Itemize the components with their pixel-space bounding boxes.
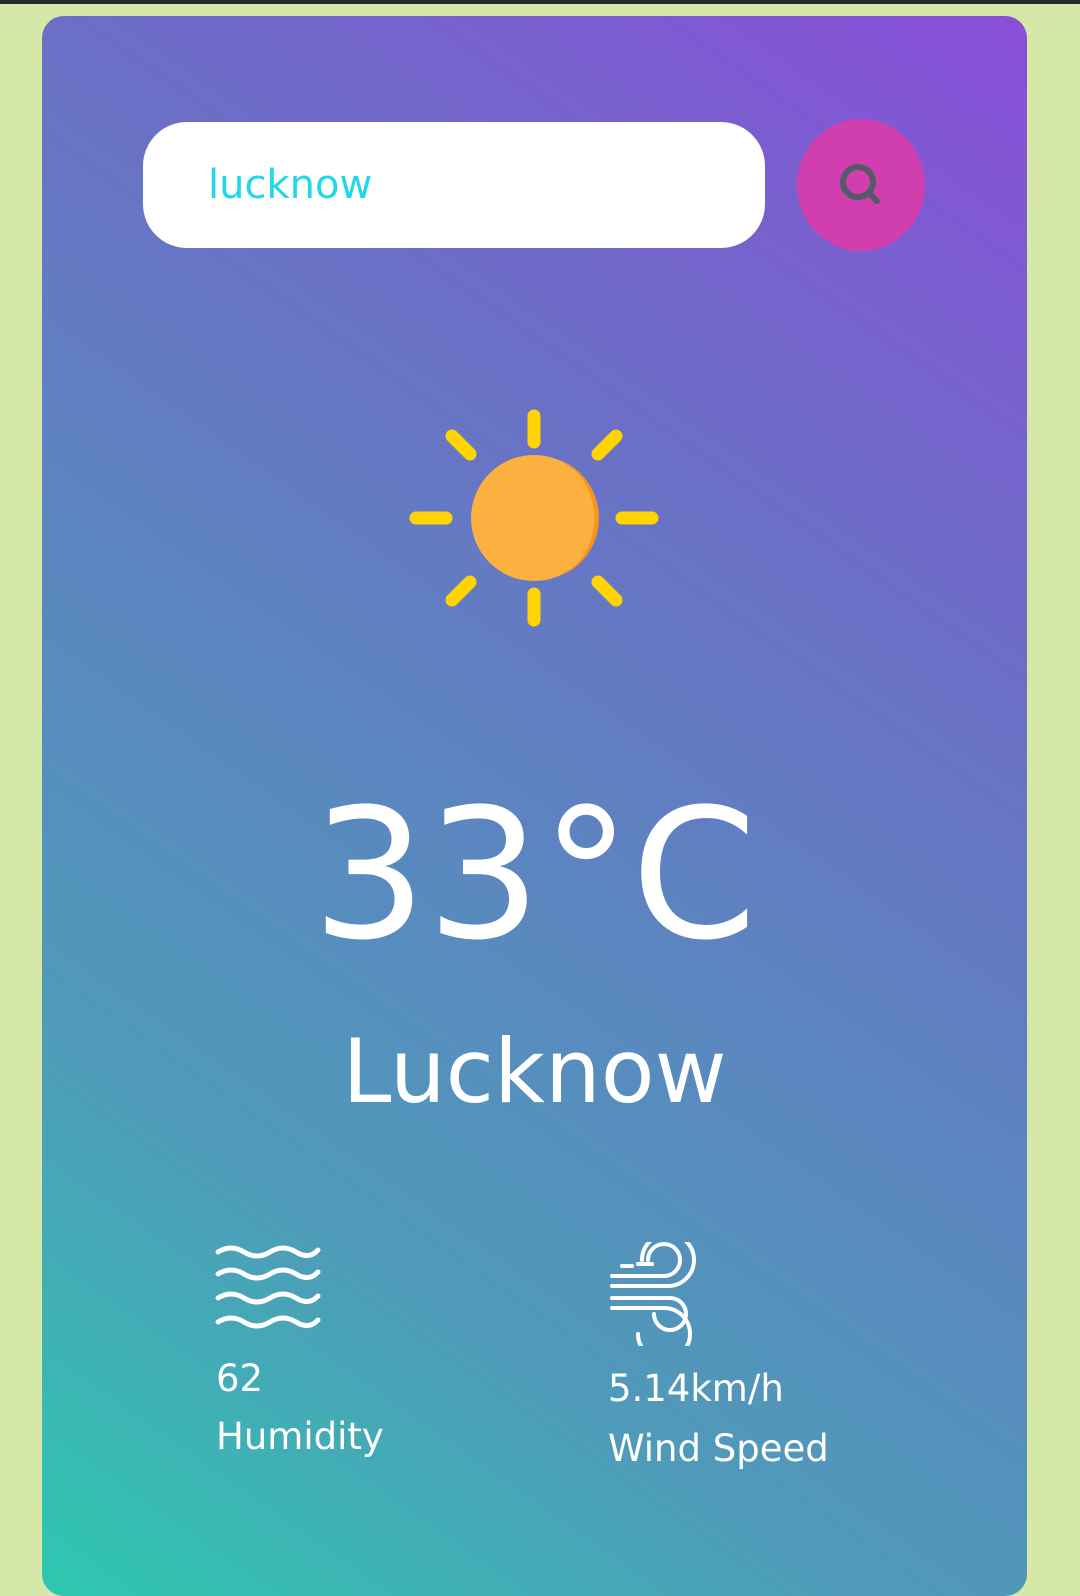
humidity-label: Humidity — [216, 1418, 384, 1455]
temperature-value: 33°C — [312, 771, 757, 980]
top-edge-bar — [0, 0, 1080, 4]
wind-speed-value-text: 5.14km/h — [608, 1367, 784, 1410]
search-input[interactable] — [143, 122, 765, 248]
search-icon — [840, 164, 880, 204]
wind-speed-label-text: Wind Speed — [608, 1427, 829, 1470]
humidity-label-text: Humidity — [216, 1415, 384, 1458]
city-name: Lucknow — [342, 1020, 727, 1123]
wind-icon — [610, 1242, 696, 1346]
wind-speed-label: Wind Speed — [608, 1430, 829, 1467]
humidity-value: 62 — [216, 1360, 263, 1397]
wind-speed-value: 5.14km/h — [608, 1370, 784, 1407]
sun-icon — [409, 409, 659, 627]
humidity-waves-icon — [215, 1245, 321, 1329]
search-button[interactable] — [797, 119, 925, 251]
weather-card: 33°C Lucknow 62 Humidity 5.14km/h Wind S… — [42, 16, 1027, 1596]
humidity-value-text: 62 — [216, 1357, 264, 1400]
